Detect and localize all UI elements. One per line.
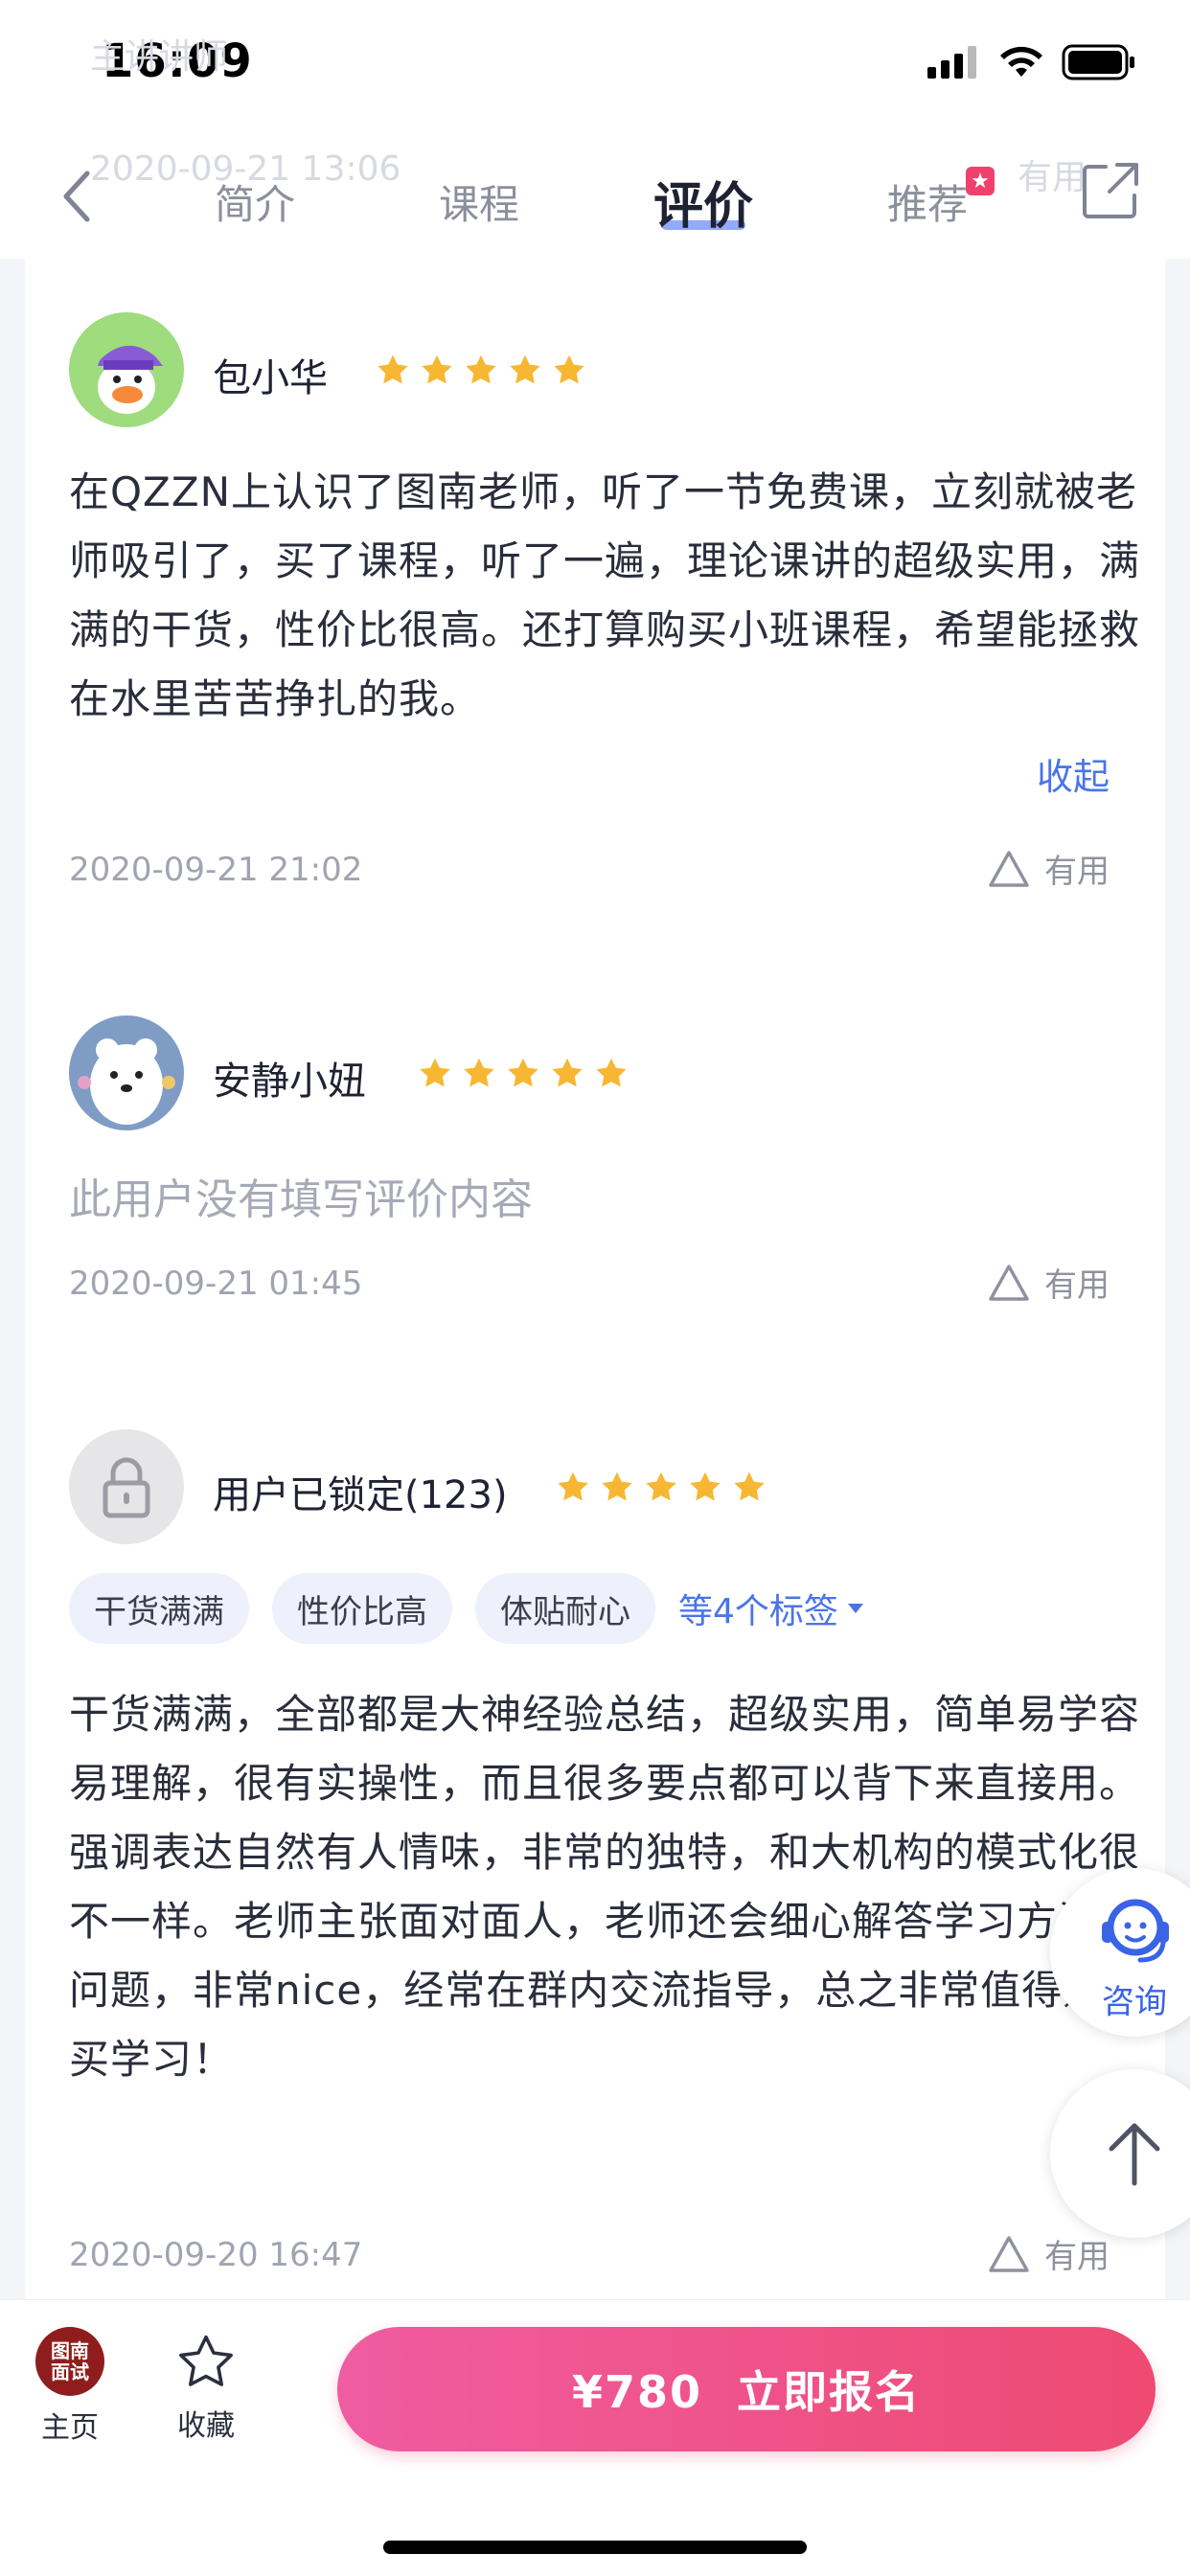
review-date: 2020-09-21 01:45 <box>69 1265 363 1303</box>
home-label: 主页 <box>41 2411 99 2445</box>
tab-reviews-label: 评价 <box>653 177 754 236</box>
reviewer-name: 用户已锁定(123) <box>213 1473 508 1517</box>
ghost-useful: 有用 <box>1018 158 1087 197</box>
cellular-signal-icon <box>927 46 976 79</box>
star-icon <box>420 1058 450 1087</box>
star-icon <box>558 1471 588 1501</box>
star-icon <box>596 1058 627 1087</box>
avatar[interactable] <box>69 312 184 427</box>
favorite-button[interactable]: 收藏 <box>163 2331 249 2444</box>
support-agent-icon <box>1102 1899 1169 1963</box>
review-text: 干货满满，全部都是大神经验总结，超级实用，简单易学容易理解，很有实操性，而且很多… <box>69 1691 1141 2083</box>
lock-icon <box>103 1457 150 1518</box>
useful-label: 有用 <box>1044 853 1110 891</box>
avatar[interactable] <box>69 1015 184 1130</box>
rating-stars <box>556 1470 767 1504</box>
review-tags: 干货满满 性价比高 体贴耐心 等4个标签 <box>69 1573 865 1644</box>
star-icon <box>554 354 584 384</box>
reviewer-name: 包小华 <box>213 356 328 400</box>
star-outline-icon <box>179 2335 233 2386</box>
thumb-up-icon <box>989 1264 1029 1301</box>
reviews-list[interactable]: 包小华 在QZZN上认识了图南老师，听了一节免费课，立刻就被老师吸引了，买了课程… <box>25 259 1165 2299</box>
star-icon <box>646 1471 676 1501</box>
brand-logo: 图南 面试 <box>35 2327 104 2396</box>
favorite-label: 收藏 <box>177 2409 235 2443</box>
polar-bear-avatar-icon <box>78 1038 175 1125</box>
home-indicator <box>383 2541 807 2554</box>
brand-logo-text: 图南 面试 <box>51 2339 89 2383</box>
duck-avatar-icon <box>98 345 163 414</box>
arrow-up-icon <box>1109 2123 1160 2186</box>
consult-label: 咨询 <box>1102 1983 1167 2021</box>
star-icon <box>552 1058 583 1087</box>
tag-chip: 性价比高 <box>272 1573 452 1644</box>
star-icon <box>464 1058 494 1087</box>
share-button[interactable] <box>1081 161 1140 220</box>
tab-intro-label: 简介 <box>215 180 296 228</box>
share-icon <box>1083 163 1138 218</box>
review-date: 2020-09-20 16:47 <box>69 2236 363 2274</box>
tab-intro[interactable]: 简介 <box>215 163 295 239</box>
thumb-up-icon <box>989 850 1029 887</box>
useful-button[interactable]: 有用 <box>987 1259 1110 1306</box>
collapse-link[interactable]: 收起 <box>1037 747 1110 800</box>
thumb-up-icon <box>989 2235 1029 2272</box>
caret-down-icon <box>847 1604 863 1613</box>
tab-courses-label: 课程 <box>439 180 520 228</box>
rating-stars <box>418 1056 629 1090</box>
tag-chip: 体贴耐心 <box>475 1573 655 1644</box>
review-date: 2020-09-21 21:02 <box>69 851 363 889</box>
tag-chip: 干货满满 <box>69 1573 249 1644</box>
useful-label: 有用 <box>1044 2238 1110 2276</box>
useful-button[interactable]: 有用 <box>987 845 1110 892</box>
useful-label: 有用 <box>1044 1266 1110 1305</box>
star-icon <box>690 1471 721 1501</box>
more-tags-button[interactable]: 等4个标签 <box>678 1584 865 1633</box>
star-icon <box>422 354 452 384</box>
tab-reviews[interactable]: 评价 <box>653 163 753 239</box>
useful-button[interactable]: 有用 <box>987 2230 1110 2277</box>
back-button[interactable] <box>48 163 105 230</box>
rating-stars <box>376 353 586 387</box>
star-icon <box>378 354 408 384</box>
home-button[interactable]: 图南 面试 主页 <box>27 2327 113 2446</box>
chevron-left-icon <box>63 171 90 222</box>
star-icon <box>602 1471 632 1501</box>
tab-recommend-label: 推荐 <box>887 180 969 228</box>
battery-icon <box>1062 44 1134 80</box>
ghost-header-text: 主讲讲师 <box>90 37 229 77</box>
star-icon <box>466 354 496 384</box>
enroll-button[interactable]: ¥780 立即报名 <box>337 2327 1156 2451</box>
star-icon <box>734 1471 765 1501</box>
review-empty-text: 此用户没有填写评价内容 <box>69 1175 533 1224</box>
wifi-icon <box>1000 46 1042 77</box>
bottom-action-bar: 图南 面试 主页 收藏 ¥780 立即报名 <box>0 2299 1190 2576</box>
tab-recommend[interactable]: 推荐 ★ <box>887 163 995 239</box>
review-text: 在QZZN上认识了图南老师，听了一节免费课，立刻就被老师吸引了，买了课程，听了一… <box>69 468 1141 722</box>
reviewer-name: 安静小妞 <box>213 1060 366 1104</box>
more-tags-label: 等4个标签 <box>678 1592 838 1631</box>
status-icons <box>927 44 1136 80</box>
star-icon <box>510 354 540 384</box>
star-icon <box>508 1058 538 1087</box>
nav-bar: 主讲讲师 2020-09-21 13:06 有用 简介 课程 评价 推荐 ★ <box>0 37 1190 259</box>
recommend-badge-icon: ★ <box>966 167 995 195</box>
tab-courses[interactable]: 课程 <box>439 163 519 239</box>
enroll-label: ¥780 立即报名 <box>571 2366 922 2418</box>
avatar[interactable] <box>69 1429 184 1544</box>
